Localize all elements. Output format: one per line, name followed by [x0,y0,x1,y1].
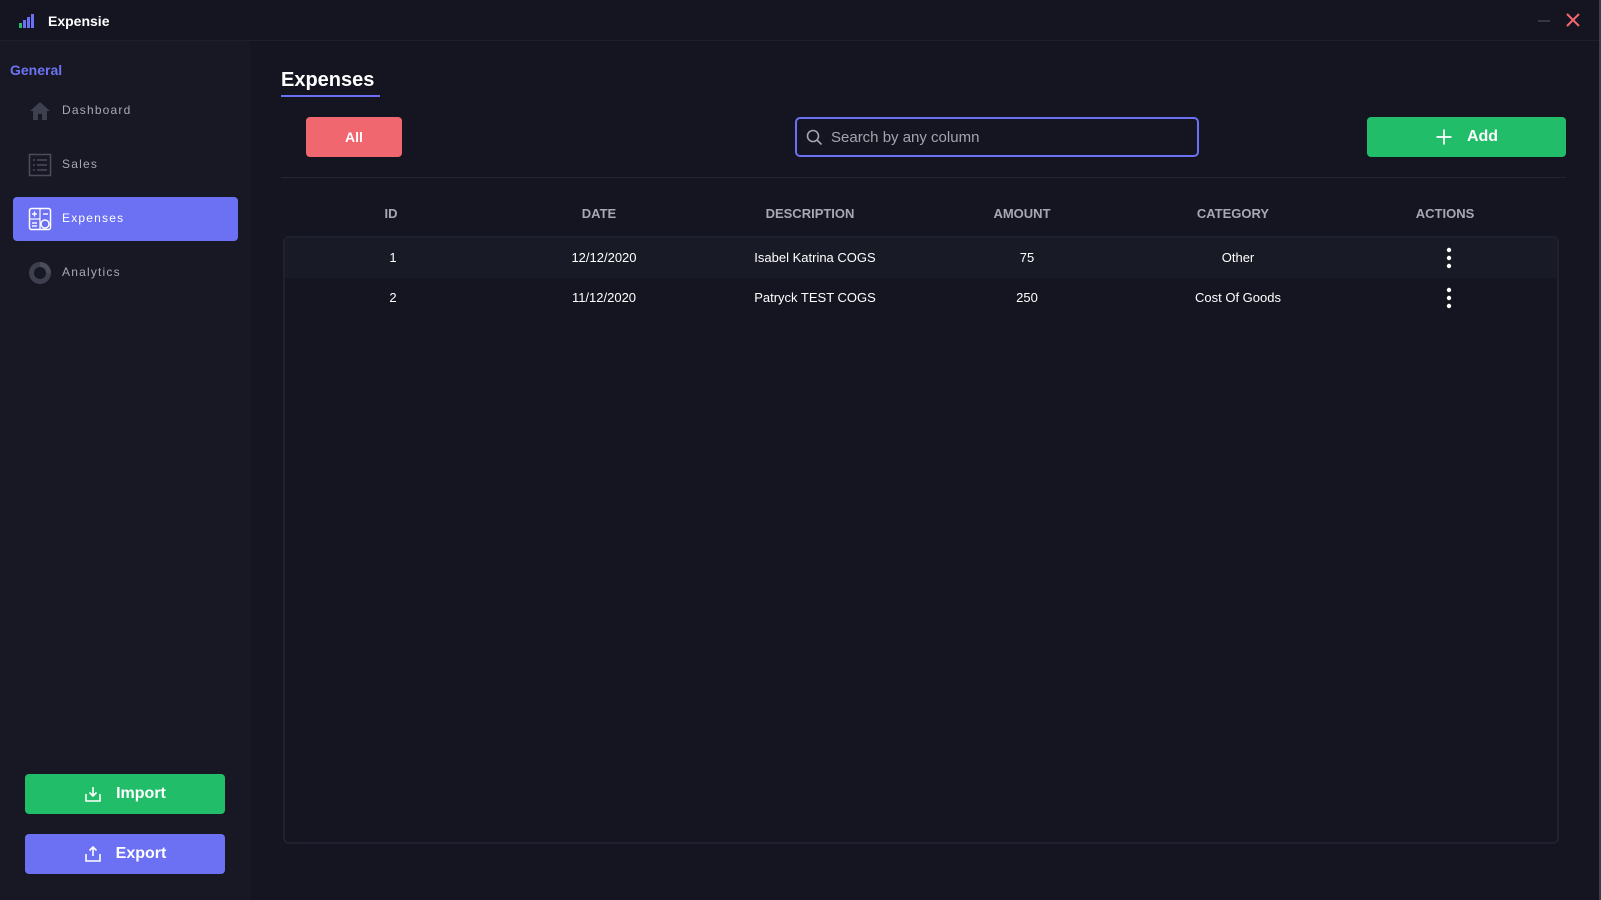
page-title-underline [281,95,380,97]
sidebar-item-analytics[interactable]: Analytics [13,251,238,295]
export-icon [84,845,101,862]
donut-chart-icon [29,262,51,284]
import-button[interactable]: Import [25,774,225,814]
sidebar: General Dashboard Sales Expenses Analyti… [0,41,250,900]
search-input[interactable] [831,119,1191,155]
column-header-actions: ACTIONS [1415,206,1475,221]
add-button[interactable]: Add [1367,117,1566,157]
column-header-category[interactable]: CATEGORY [1153,206,1313,221]
page-title: Expenses [281,69,375,91]
sidebar-item-label: Dashboard [62,103,132,117]
column-header-description[interactable]: DESCRIPTION [730,206,890,221]
search-icon [806,129,823,146]
export-label: Export [115,845,167,862]
toolbar-divider [281,177,1566,178]
expenses-table: 1 12/12/2020 Isabel Katrina COGS 75 Othe… [283,236,1559,844]
more-options-icon[interactable] [1439,287,1459,309]
import-icon [85,787,101,802]
table-header: ID DATE DESCRIPTION AMOUNT CATEGORY ACTI… [283,206,1559,224]
cell-amount: 250 [1016,290,1038,305]
import-label: Import [116,785,166,802]
cell-description: Isabel Katrina COGS [754,250,876,265]
sidebar-item-dashboard[interactable]: Dashboard [13,89,238,133]
cell-description: Patryck TEST COGS [754,290,876,305]
search-box[interactable] [795,117,1199,157]
home-icon [30,102,50,120]
table-row[interactable]: 2 11/12/2020 Patryck TEST COGS 250 Cost … [285,278,1557,318]
cell-category: Other [1221,250,1255,265]
cell-id: 1 [389,250,397,265]
cell-date: 12/12/2020 [571,250,637,265]
column-header-amount[interactable]: AMOUNT [942,206,1102,221]
column-header-id[interactable]: ID [311,206,471,221]
filter-all-button[interactable]: All [306,117,402,157]
app-title: Expensie [48,13,110,29]
plus-icon [1436,129,1452,145]
list-icon [28,153,52,177]
column-header-date[interactable]: DATE [519,206,679,221]
sidebar-item-label: Sales [62,157,99,171]
title-bar: Expensie [0,0,1601,41]
sidebar-item-label: Expenses [62,211,125,225]
minimize-icon[interactable] [1536,12,1552,28]
bar-chart-logo-icon [19,14,34,28]
expenses-icon [28,207,52,231]
cell-amount: 75 [1019,250,1035,265]
cell-id: 2 [389,290,397,305]
sidebar-item-label: Analytics [62,265,121,279]
sidebar-section-label: General [10,62,63,78]
close-icon[interactable] [1564,11,1582,29]
export-button[interactable]: Export [25,834,225,874]
sidebar-item-expenses[interactable]: Expenses [13,197,238,241]
cell-category: Cost Of Goods [1195,290,1281,305]
more-options-icon[interactable] [1439,247,1459,269]
sidebar-item-sales[interactable]: Sales [13,143,238,187]
add-label: Add [1466,128,1499,145]
cell-date: 11/12/2020 [571,290,637,305]
table-row[interactable]: 1 12/12/2020 Isabel Katrina COGS 75 Othe… [285,238,1557,278]
